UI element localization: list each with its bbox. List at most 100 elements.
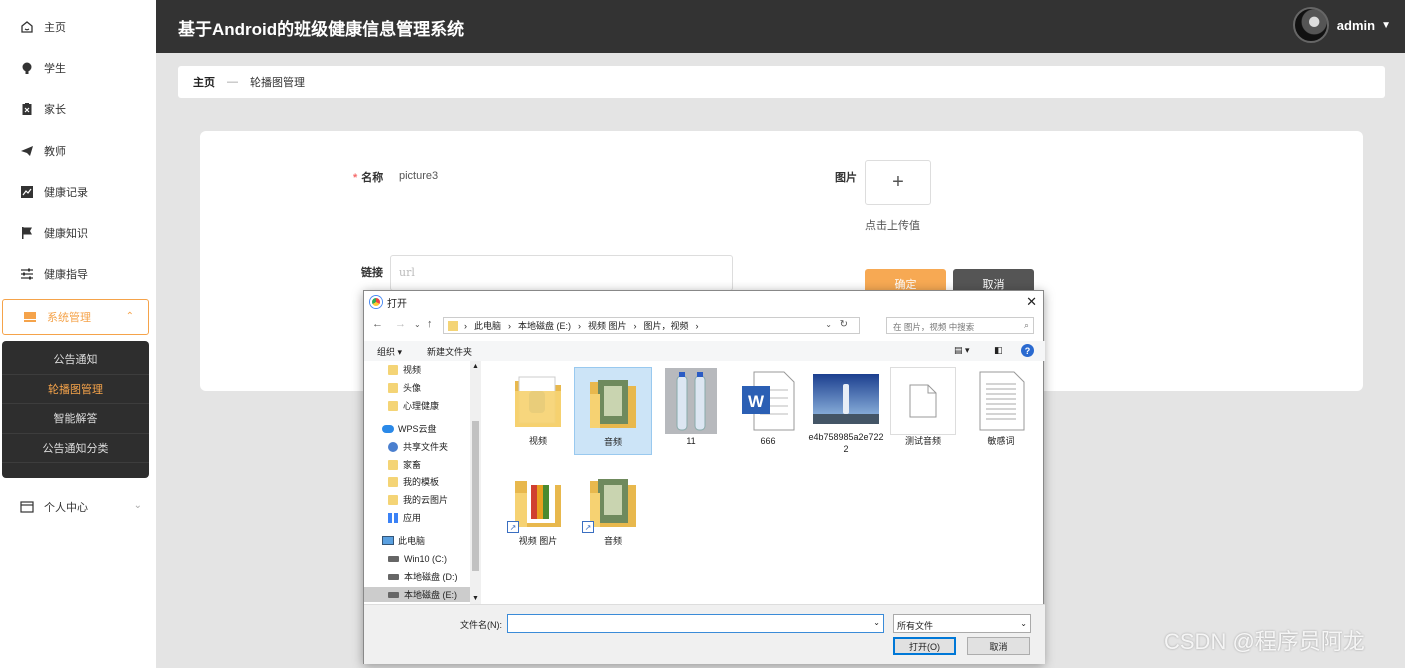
sidebar-item-system-management[interactable]: 系统管理 ⌃ bbox=[2, 299, 149, 335]
close-icon[interactable]: ✕ bbox=[1026, 294, 1037, 310]
dialog-title: 打开 bbox=[387, 298, 407, 310]
scroll-down-icon[interactable]: ▼ bbox=[472, 595, 479, 602]
submenu-item-notice-categories[interactable]: 公告通知分类 bbox=[2, 434, 149, 463]
image-thumbnail-icon bbox=[658, 367, 724, 435]
organize-button[interactable]: 组织 ▾ bbox=[377, 345, 402, 358]
path-segment[interactable]: 本地磁盘 (E:) bbox=[518, 319, 571, 332]
file-item[interactable]: 视频 bbox=[499, 367, 577, 455]
link-input[interactable]: url bbox=[390, 255, 733, 291]
tree-item[interactable]: 头像 bbox=[388, 380, 421, 395]
file-name: 视频 bbox=[528, 436, 547, 446]
sidebar-item-health-guidance[interactable]: 健康指导 bbox=[0, 256, 156, 292]
scroll-up-icon[interactable]: ▲ bbox=[472, 363, 479, 370]
forward-arrow-icon[interactable]: → bbox=[395, 318, 406, 330]
home-icon bbox=[20, 20, 34, 34]
paper-plane-icon bbox=[20, 144, 34, 158]
open-button[interactable]: 打开(O) bbox=[893, 637, 956, 655]
file-open-dialog: 打开 ✕ ← → ⌄ ↑ › 此电脑 › 本地磁盘 (E:) › 视频 图片 ›… bbox=[363, 290, 1045, 664]
chevron-down-icon: ⌄ bbox=[133, 500, 142, 511]
tree-item[interactable]: 心理健康 bbox=[388, 398, 439, 413]
chevron-down-icon[interactable]: ⌄ bbox=[825, 320, 832, 329]
path-segment[interactable]: 视频 图片 bbox=[588, 319, 627, 332]
tree-item[interactable]: 我的云图片 bbox=[388, 492, 448, 507]
search-input[interactable]: 在 图片，视频 中搜索 ⌕ bbox=[886, 317, 1034, 334]
file-name: 音频 bbox=[603, 536, 622, 546]
chrome-icon bbox=[370, 296, 382, 308]
preview-pane-icon[interactable]: ◧ bbox=[994, 345, 1003, 356]
link-label: 链接 bbox=[361, 267, 383, 279]
history-dropdown-icon[interactable]: ⌄ bbox=[414, 320, 421, 329]
file-item[interactable]: ↗ 视频 图片 bbox=[499, 467, 577, 555]
dialog-footer: 文件名(N): ⌄ 所有文件 ⌄ 打开(O) 取消 bbox=[364, 604, 1045, 664]
system-submenu: 公告通知 轮播图管理 智能解答 公告通知分类 bbox=[2, 341, 149, 478]
folder-icon bbox=[388, 476, 398, 487]
top-header: 基于Android的班级健康信息管理系统 admin ▼ bbox=[156, 0, 1405, 53]
dialog-cancel-button[interactable]: 取消 bbox=[967, 637, 1030, 655]
submenu-item-notices[interactable]: 公告通知 bbox=[2, 345, 149, 375]
tree-item[interactable]: Win10 (C:) bbox=[388, 551, 447, 566]
sliders-icon bbox=[20, 267, 34, 281]
tree-item-selected[interactable]: 本地磁盘 (E:) bbox=[364, 587, 470, 602]
sidebar-item-teachers[interactable]: 教师 bbox=[0, 133, 156, 169]
file-item[interactable]: 敏感词 bbox=[962, 367, 1040, 455]
file-item-selected[interactable]: 音频 bbox=[574, 367, 652, 455]
tree-item[interactable]: 共享文件夹 bbox=[388, 439, 448, 454]
address-bar[interactable]: › 此电脑 › 本地磁盘 (E:) › 视频 图片 › 图片，视频 › ⌄ ↻ bbox=[443, 317, 860, 334]
computer-icon bbox=[382, 536, 394, 545]
sidebar-item-health-records[interactable]: 健康记录 bbox=[0, 174, 156, 210]
path-separator-icon: › bbox=[633, 320, 637, 331]
breadcrumb-home[interactable]: 主页 bbox=[193, 74, 215, 90]
sidebar-item-personal-center[interactable]: 个人中心 ⌄ bbox=[0, 489, 156, 525]
sidebar-item-students[interactable]: 学生 bbox=[0, 50, 156, 86]
refresh-icon[interactable]: ↻ bbox=[840, 319, 848, 330]
card-icon bbox=[20, 500, 34, 514]
chevron-down-icon: ⌄ bbox=[1020, 619, 1027, 628]
scrollbar-thumb[interactable] bbox=[472, 421, 479, 571]
name-label-text: 名称 bbox=[361, 172, 384, 184]
word-document-icon: W bbox=[735, 367, 801, 435]
clipboard-icon bbox=[20, 102, 34, 116]
tree-item[interactable]: 家畜 bbox=[388, 457, 421, 472]
name-input[interactable]: picture3 bbox=[399, 170, 438, 182]
image-upload-button[interactable]: + bbox=[865, 160, 931, 205]
filetype-select[interactable]: 所有文件 ⌄ bbox=[893, 614, 1031, 633]
breadcrumb-current: 轮播图管理 bbox=[250, 77, 305, 89]
help-icon[interactable]: ? bbox=[1021, 344, 1034, 357]
tree-item[interactable]: 我的模板 bbox=[388, 474, 439, 489]
file-item[interactable]: ↗ 音频 bbox=[574, 467, 652, 555]
user-menu[interactable]: admin ▼ bbox=[1292, 7, 1391, 43]
tree-item[interactable]: WPS云盘 bbox=[382, 421, 437, 436]
path-segment[interactable]: 图片，视频 bbox=[644, 319, 689, 332]
new-folder-button[interactable]: 新建文件夹 bbox=[427, 345, 472, 358]
file-item[interactable]: W 666 bbox=[729, 367, 807, 455]
sidebar-item-label: 教师 bbox=[44, 146, 66, 158]
tree-item[interactable]: 视频 bbox=[388, 362, 421, 377]
back-arrow-icon[interactable]: ← bbox=[372, 318, 383, 330]
submenu-item-smart-answer[interactable]: 智能解答 bbox=[2, 404, 149, 434]
filename-label: 文件名(N): bbox=[460, 620, 502, 630]
tree-item-label: 应用 bbox=[403, 513, 422, 523]
tree-item[interactable]: 此电脑 bbox=[382, 533, 425, 548]
tree-scrollbar[interactable]: ▲ ▼ bbox=[470, 361, 481, 604]
sidebar-item-home[interactable]: 主页 bbox=[0, 9, 156, 45]
submenu-item-carousel[interactable]: 轮播图管理 bbox=[2, 375, 149, 404]
filename-input[interactable]: ⌄ bbox=[507, 614, 884, 633]
sidebar-item-health-knowledge[interactable]: 健康知识 bbox=[0, 215, 156, 251]
svg-text:W: W bbox=[748, 392, 765, 411]
sidebar-item-label: 健康指导 bbox=[44, 269, 88, 281]
folder-shortcut-icon: ↗ bbox=[505, 467, 571, 535]
tree-item[interactable]: 应用 bbox=[388, 510, 421, 525]
file-item[interactable]: e4b758985a2e7222 bbox=[807, 367, 885, 455]
file-item[interactable]: 11 bbox=[652, 367, 730, 455]
path-segment[interactable]: 此电脑 bbox=[474, 319, 501, 332]
shortcut-arrow-icon: ↗ bbox=[507, 521, 519, 533]
up-arrow-icon[interactable]: ↑ bbox=[427, 318, 433, 330]
caret-down-icon: ▼ bbox=[1381, 19, 1391, 31]
tree-item[interactable]: 本地磁盘 (D:) bbox=[388, 569, 458, 584]
folder-icon bbox=[388, 400, 398, 411]
chevron-down-icon[interactable]: ⌄ bbox=[873, 618, 880, 627]
view-options-icon[interactable]: ▤ ▾ bbox=[954, 345, 970, 356]
sidebar-item-parents[interactable]: 家长 bbox=[0, 91, 156, 127]
file-item[interactable]: 测试音频 bbox=[884, 367, 962, 455]
bulb-icon bbox=[20, 61, 34, 75]
